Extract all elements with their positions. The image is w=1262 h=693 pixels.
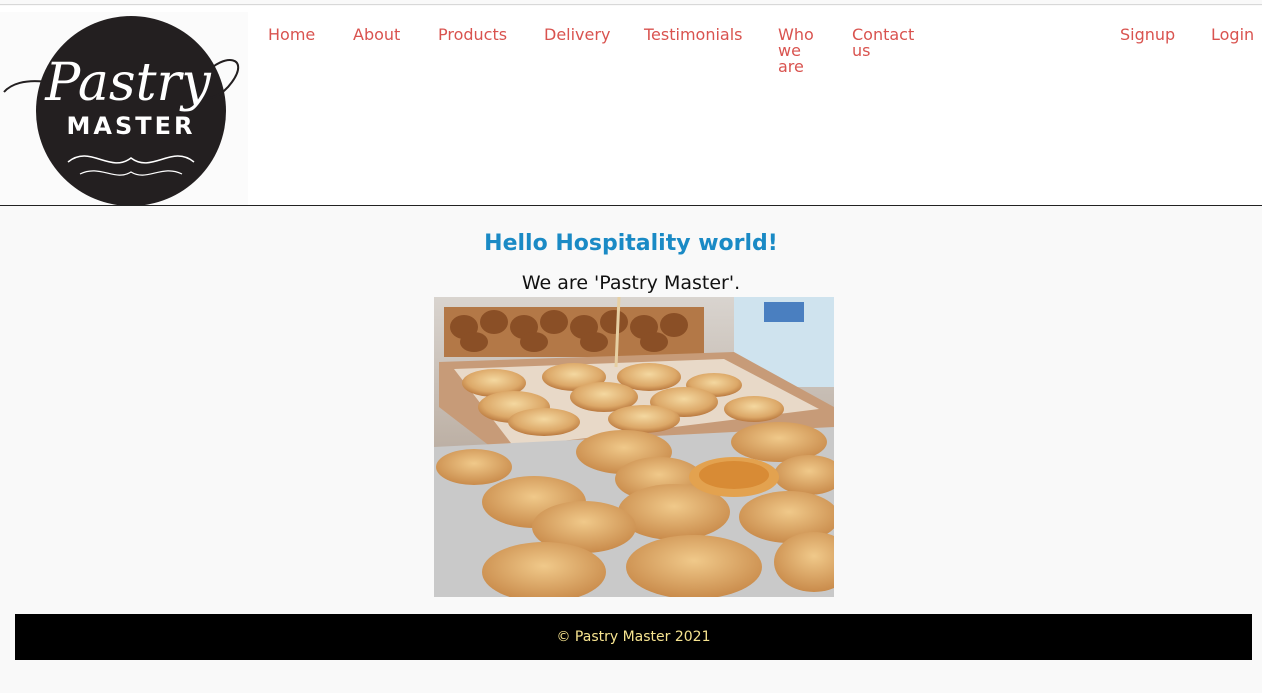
nav-about[interactable]: About	[353, 27, 400, 43]
nav-who-line-3: are	[778, 57, 804, 76]
nav-home[interactable]: Home	[268, 27, 315, 43]
logo-word-text: MASTER	[67, 112, 196, 140]
tagline: We are 'Pastry Master'.	[521, 272, 741, 294]
top-border	[0, 4, 1262, 5]
nav-login[interactable]: Login	[1211, 27, 1254, 43]
nav-signup[interactable]: Signup	[1120, 27, 1175, 43]
nav-products[interactable]: Products	[438, 27, 507, 43]
copyright-text: © Pastry Master 2021	[556, 629, 711, 645]
nav-testimonials[interactable]: Testimonials	[644, 27, 743, 43]
nav-delivery[interactable]: Delivery	[544, 27, 610, 43]
pastries-photo	[434, 297, 834, 597]
main-content: Hello Hospitality world! We are 'Pastry …	[0, 207, 1262, 607]
site-footer: © Pastry Master 2021	[15, 614, 1252, 660]
site-header: Pastry MASTER Home About Products Delive…	[0, 6, 1262, 206]
nav-contact-line-2: us	[852, 41, 871, 60]
nav-contact-us[interactable]: Contact us	[852, 27, 914, 59]
nav-who-we-are[interactable]: Who we are	[778, 27, 814, 75]
logo-script-text: Pastry	[44, 53, 211, 113]
pastry-master-logo[interactable]: Pastry MASTER	[0, 12, 248, 205]
page-heading: Hello Hospitality world!	[484, 231, 778, 256]
